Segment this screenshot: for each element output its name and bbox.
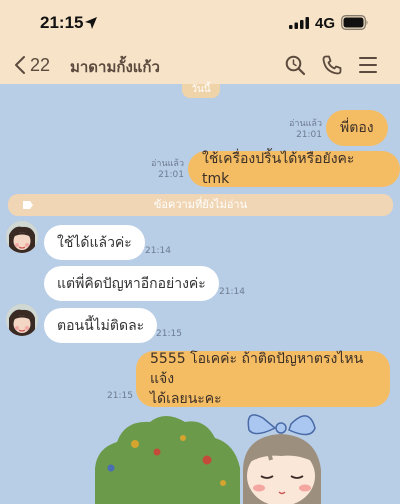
message-text: แต่พี่คิดปัญหาอีกอย่างค่ะ <box>57 275 206 292</box>
message-time: 21:15 <box>107 391 133 401</box>
menu-icon[interactable] <box>358 54 378 76</box>
message-text: พี่ตอง <box>340 120 374 136</box>
message-text: ตอนนี้ไม่ติดละ <box>57 317 145 334</box>
chat-title: มาดามกั้งแก้ว <box>70 58 160 76</box>
message-meta: อ่านแล้ว 21:01 <box>144 159 184 181</box>
message-meta: อ่านแล้ว 21:01 <box>282 119 322 141</box>
avatar-image <box>6 304 38 336</box>
outgoing-message[interactable]: ใช้เครื่องปริ้นได้หรือยังคะ tmk <box>188 151 400 187</box>
network-type: 4G <box>315 15 336 32</box>
message-time: 21:01 <box>296 130 322 140</box>
message-time: 21:01 <box>158 170 184 180</box>
read-receipt: อ่านแล้ว <box>151 159 184 169</box>
outgoing-message[interactable]: 5555 โอเคค่ะ ถ้าติดปัญหาตรงไหนแจ้ง ได้เล… <box>136 351 390 407</box>
sticker-image[interactable] <box>95 408 365 504</box>
incoming-message[interactable]: แต่พี่คิดปัญหาอีกอย่างค่ะ <box>44 266 219 301</box>
status-time: 21:15 <box>40 13 84 32</box>
battery-icon <box>341 15 368 30</box>
unread-chat-count: 22 <box>30 54 51 75</box>
unread-divider: ข้อความที่ยังไม่อ่าน <box>8 194 393 216</box>
read-receipt: อ่านแล้ว <box>289 119 322 129</box>
search-icon[interactable] <box>284 54 306 76</box>
unread-label: ข้อความที่ยังไม่อ่าน <box>153 198 248 211</box>
signal-icon <box>289 17 309 29</box>
message-time: 21:14 <box>145 246 171 256</box>
avatar[interactable] <box>6 304 38 336</box>
chat-header: 22 มาดามกั้งแก้ว <box>0 46 400 84</box>
message-text-line: 5555 โอเคค่ะ ถ้าติดปัญหาตรงไหนแจ้ง <box>150 351 364 387</box>
avatar-image <box>6 221 38 253</box>
message-text-line: ได้เลยนะคะ <box>150 391 222 407</box>
message-time: 21:14 <box>219 287 245 297</box>
message-text: ใช้ได้แล้วค่ะ <box>57 234 132 251</box>
outgoing-message[interactable]: พี่ตอง <box>326 110 388 146</box>
avatar[interactable] <box>6 221 38 253</box>
phone-icon[interactable] <box>321 54 343 76</box>
incoming-message[interactable]: ใช้ได้แล้วค่ะ <box>44 225 145 260</box>
incoming-message[interactable]: ตอนนี้ไม่ติดละ <box>44 308 158 343</box>
back-button[interactable]: 22 <box>14 50 50 80</box>
message-time: 21:15 <box>156 329 182 339</box>
date-separator: วันนี้ <box>182 84 220 98</box>
status-bar: 21:15 4G <box>0 0 400 46</box>
message-text: ใช้เครื่องปริ้นได้หรือยังคะ tmk <box>202 151 355 187</box>
location-arrow-icon <box>85 17 97 29</box>
back-chevron-icon <box>15 56 25 74</box>
